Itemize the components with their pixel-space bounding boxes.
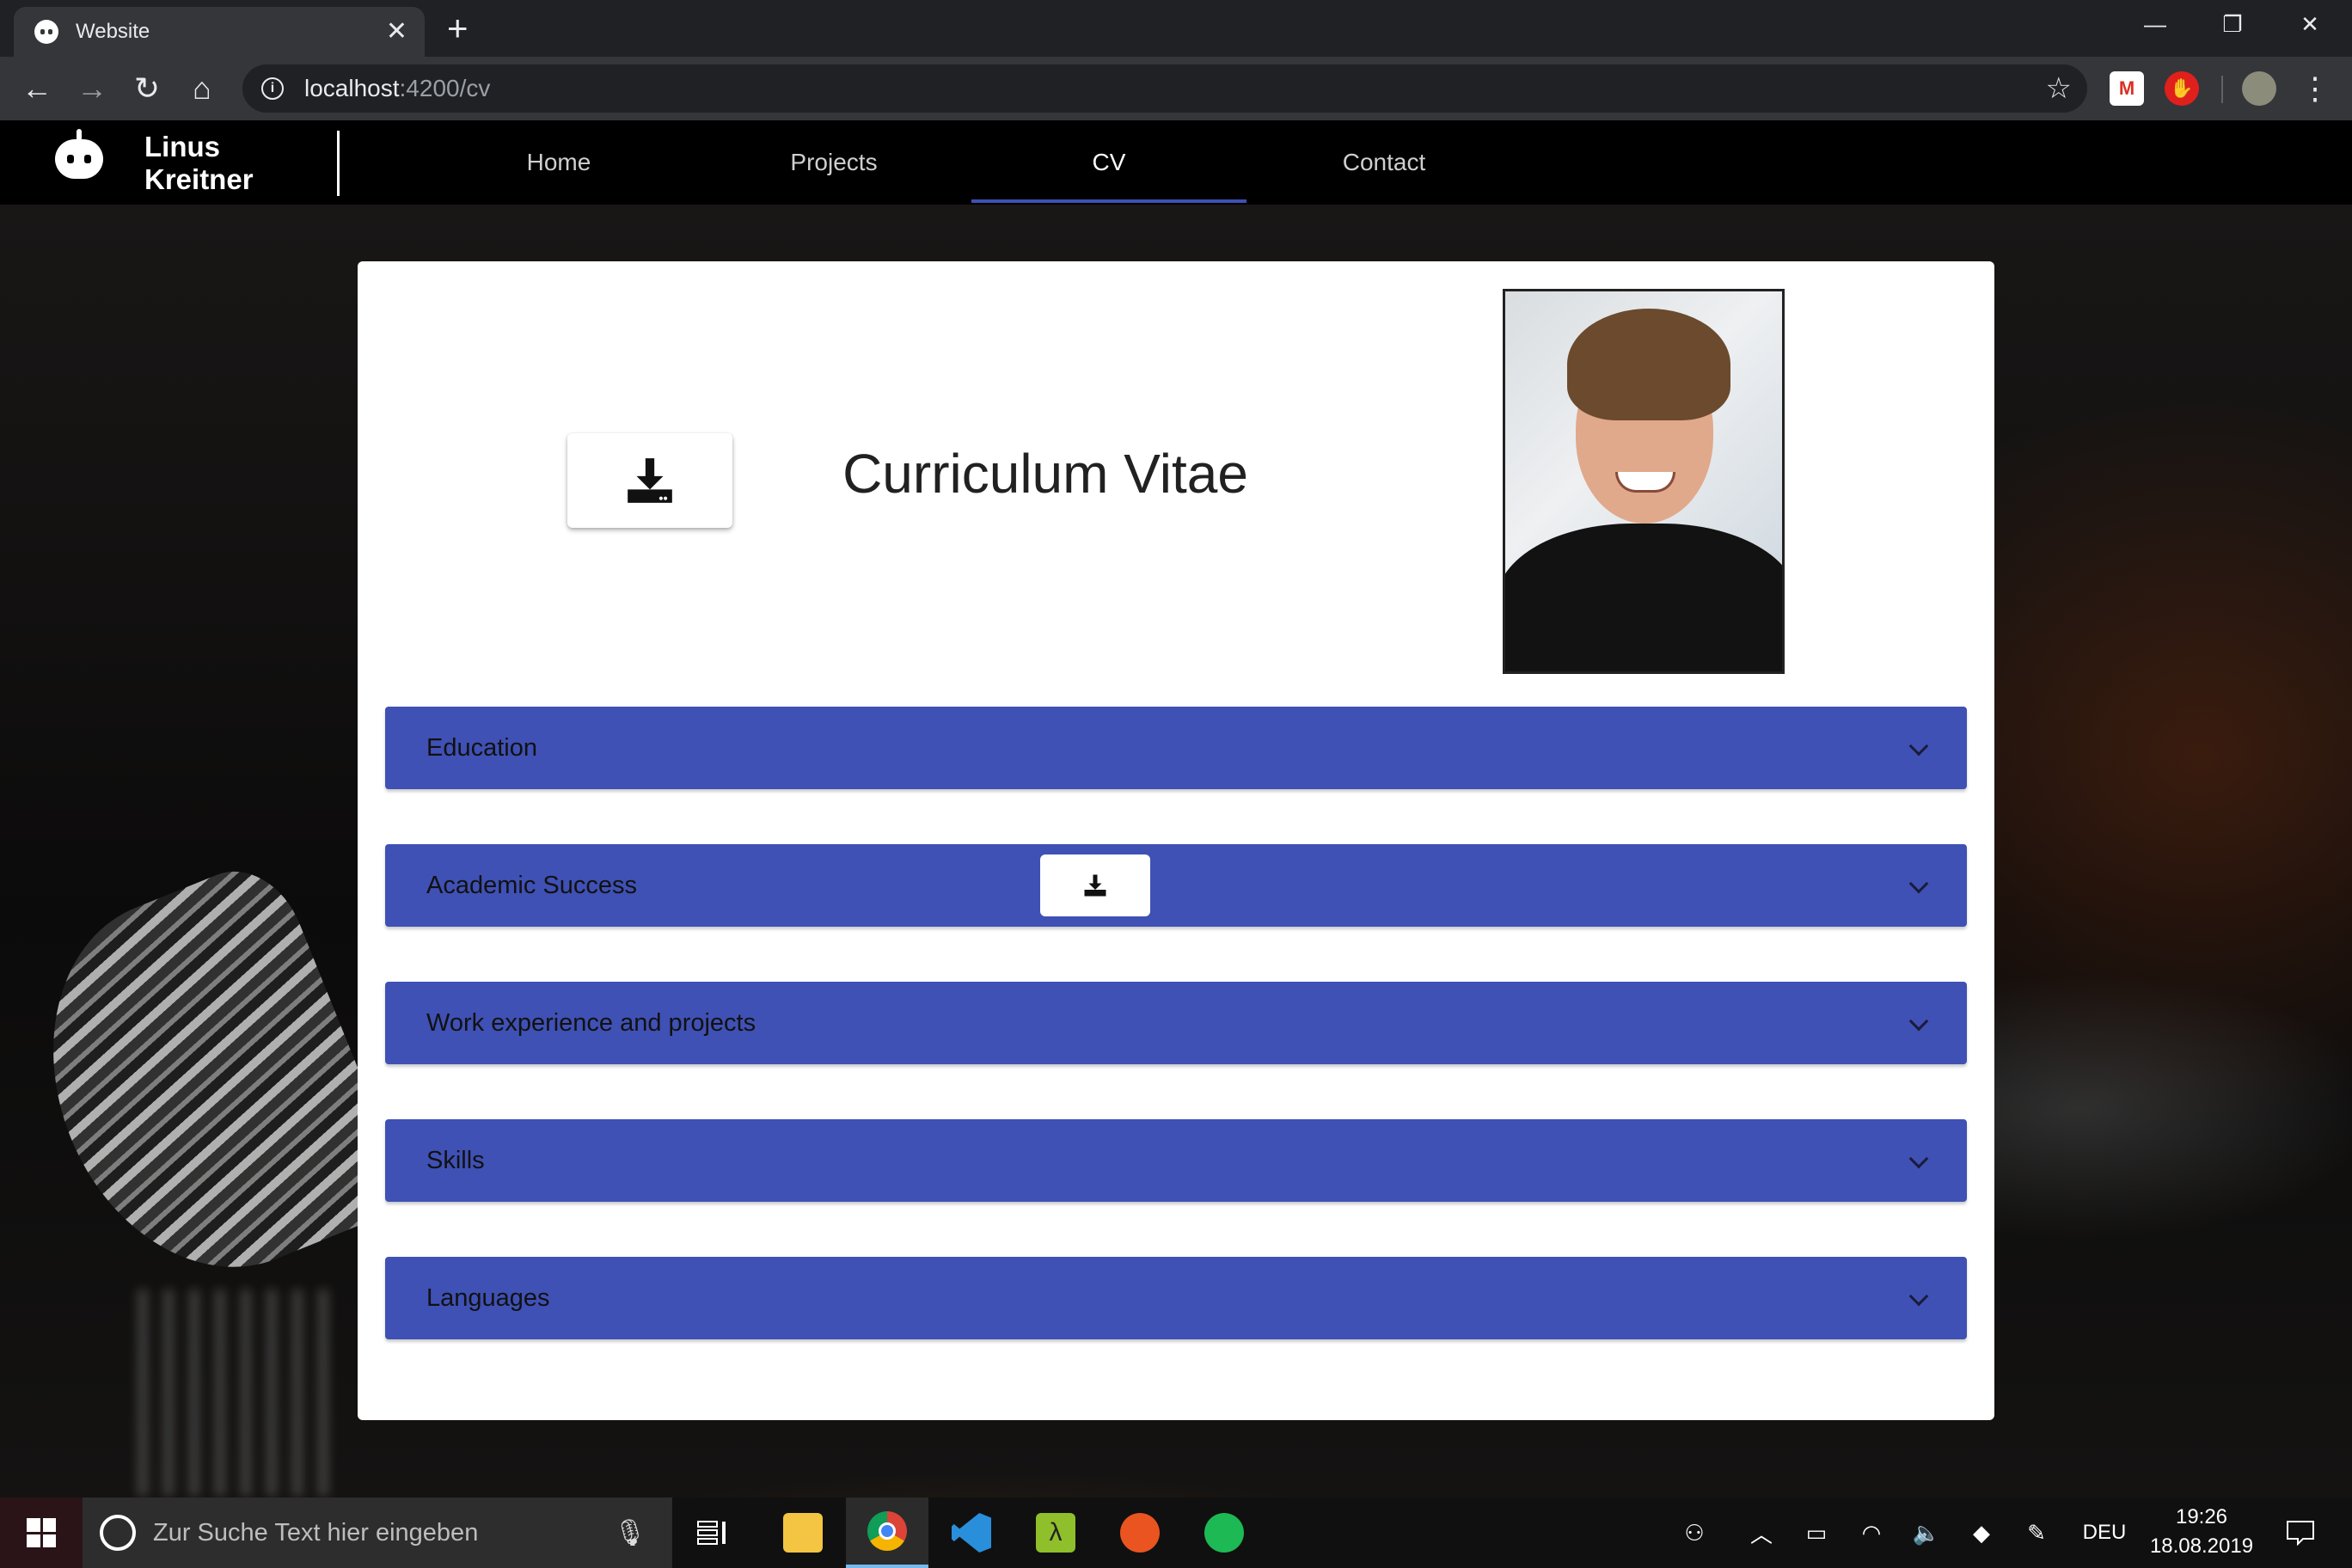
robot-favicon-icon [34, 20, 58, 44]
chevron-down-icon [1908, 1148, 1929, 1169]
gmail-extension-icon[interactable]: M [2110, 71, 2144, 106]
dropbox-icon[interactable]: ◆ [1962, 1498, 2001, 1568]
chrome-icon [867, 1511, 907, 1551]
new-tab-button[interactable]: + [447, 9, 469, 48]
nav-contact[interactable]: Contact [1246, 120, 1522, 205]
brand-last-name: Kreitner [144, 163, 254, 195]
site-navbar: Linus Kreitner Home Projects CV Contact [0, 120, 2352, 205]
chevron-down-icon [1908, 1011, 1929, 1032]
section-title: Academic Success [426, 871, 637, 899]
show-hidden-icons-icon[interactable]: ︿ [1742, 1498, 1781, 1568]
download-icon [628, 458, 672, 503]
task-view-button[interactable] [672, 1498, 755, 1568]
bookmark-star-icon[interactable]: ☆ [2046, 71, 2072, 106]
brand-first-name: Linus [144, 131, 220, 162]
lightbulb-reflection [138, 1289, 344, 1496]
clock-time: 19:26 [2175, 1505, 2228, 1528]
ubuntu-icon [1120, 1513, 1160, 1553]
nav-cv[interactable]: CV [971, 120, 1246, 205]
chrome-taskbar-button[interactable] [846, 1498, 928, 1568]
chevron-down-icon [1908, 736, 1929, 756]
people-icon[interactable]: ⚇ [1673, 1498, 1716, 1568]
section-title: Work experience and projects [426, 1008, 756, 1037]
site-info-icon[interactable]: i [261, 77, 284, 100]
windows-logo-icon [27, 1518, 56, 1547]
browser-toolbar: ← → ↻ ⌂ i localhost :4200/cv ☆ M ✋ ⋮ [0, 57, 2352, 120]
close-window-button[interactable]: ✕ [2271, 0, 2349, 48]
browser-tab[interactable]: Website ✕ [14, 7, 425, 57]
toolbar-divider [2221, 76, 2223, 103]
brand-divider [337, 131, 340, 196]
adblock-extension-icon[interactable]: ✋ [2165, 71, 2199, 106]
url-path: :4200/cv [399, 75, 491, 101]
windows-taskbar: Zur Suche Text hier eingeben 🎙 λ ⚇ ︿ ▭ ◠… [0, 1498, 2352, 1568]
photo-hair [1567, 309, 1730, 420]
file-explorer-icon [783, 1513, 823, 1553]
restore-button[interactable]: ❐ [2194, 0, 2271, 48]
section-work-experience-header[interactable]: Work experience and projects [385, 982, 1967, 1064]
profile-photo [1503, 289, 1785, 674]
pen-icon[interactable]: ✎ [2017, 1498, 2056, 1568]
section-title: Skills [426, 1146, 485, 1174]
photo-shirt [1505, 524, 1782, 671]
chevron-down-icon [1908, 873, 1929, 894]
site-brand[interactable]: Linus Kreitner [144, 131, 254, 196]
download-cv-button[interactable] [567, 433, 732, 528]
file-explorer-button[interactable] [762, 1498, 844, 1568]
url-host: localhost [304, 75, 400, 101]
cv-card: Curriculum Vitae Education Academic Succ… [358, 261, 1994, 1420]
spotify-icon [1204, 1513, 1244, 1553]
battery-icon[interactable]: ▭ [1797, 1498, 1836, 1568]
nav-projects[interactable]: Projects [696, 120, 971, 205]
logo-eye-right [84, 155, 91, 163]
start-button[interactable] [0, 1498, 83, 1568]
chevron-down-icon [1908, 1286, 1929, 1307]
reload-button[interactable]: ↻ [127, 69, 167, 108]
input-language[interactable]: DEU [2070, 1498, 2139, 1568]
back-button[interactable]: ← [17, 69, 57, 108]
tab-close-icon[interactable]: ✕ [386, 19, 407, 45]
search-placeholder: Zur Suche Text hier eingeben [153, 1518, 479, 1547]
download-icon [1084, 874, 1106, 897]
logo-eye-left [67, 155, 74, 163]
clock-date: 18.08.2019 [2149, 1534, 2254, 1558]
section-skills-header[interactable]: Skills [385, 1119, 1967, 1202]
volume-icon[interactable]: 🔈 [1907, 1498, 1946, 1568]
forward-button[interactable]: → [72, 69, 112, 108]
robot-logo-icon[interactable] [55, 129, 103, 179]
home-button[interactable]: ⌂ [182, 69, 222, 108]
lambda-app-button[interactable]: λ [1014, 1498, 1097, 1568]
section-languages-header[interactable]: Languages [385, 1257, 1967, 1339]
taskbar-search[interactable]: Zur Suche Text hier eingeben 🎙 [83, 1498, 672, 1568]
notifications-icon[interactable] [2275, 1498, 2326, 1568]
microphone-icon[interactable]: 🎙 [614, 1518, 646, 1548]
ubuntu-button[interactable] [1099, 1498, 1181, 1568]
spotify-button[interactable] [1183, 1498, 1265, 1568]
task-view-icon [697, 1521, 726, 1545]
section-education-header[interactable]: Education [385, 707, 1967, 789]
browser-tab-strip: Website ✕ + — ❐ ✕ [0, 0, 2352, 57]
section-academic-success-header[interactable]: Academic Success [385, 844, 1967, 927]
chrome-menu-icon[interactable]: ⋮ [2295, 69, 2335, 108]
cortana-icon [100, 1515, 136, 1551]
action-center-icon [2287, 1521, 2314, 1546]
download-certificates-button[interactable] [1040, 854, 1150, 916]
address-bar[interactable]: i localhost :4200/cv ☆ [242, 64, 2087, 113]
section-title: Education [426, 733, 537, 762]
nav-home[interactable]: Home [421, 120, 696, 205]
page-title: Curriculum Vitae [842, 443, 1248, 505]
clock[interactable]: 19:26 18.08.2019 [2146, 1503, 2257, 1561]
minimize-button[interactable]: — [2116, 0, 2194, 48]
profile-avatar-icon[interactable] [2242, 71, 2276, 106]
tab-title: Website [76, 20, 150, 43]
vscode-button[interactable] [930, 1498, 1013, 1568]
lambda-app-icon: λ [1036, 1513, 1075, 1553]
wifi-icon[interactable]: ◠ [1852, 1498, 1891, 1568]
vscode-icon [952, 1513, 991, 1553]
section-title: Languages [426, 1283, 550, 1312]
